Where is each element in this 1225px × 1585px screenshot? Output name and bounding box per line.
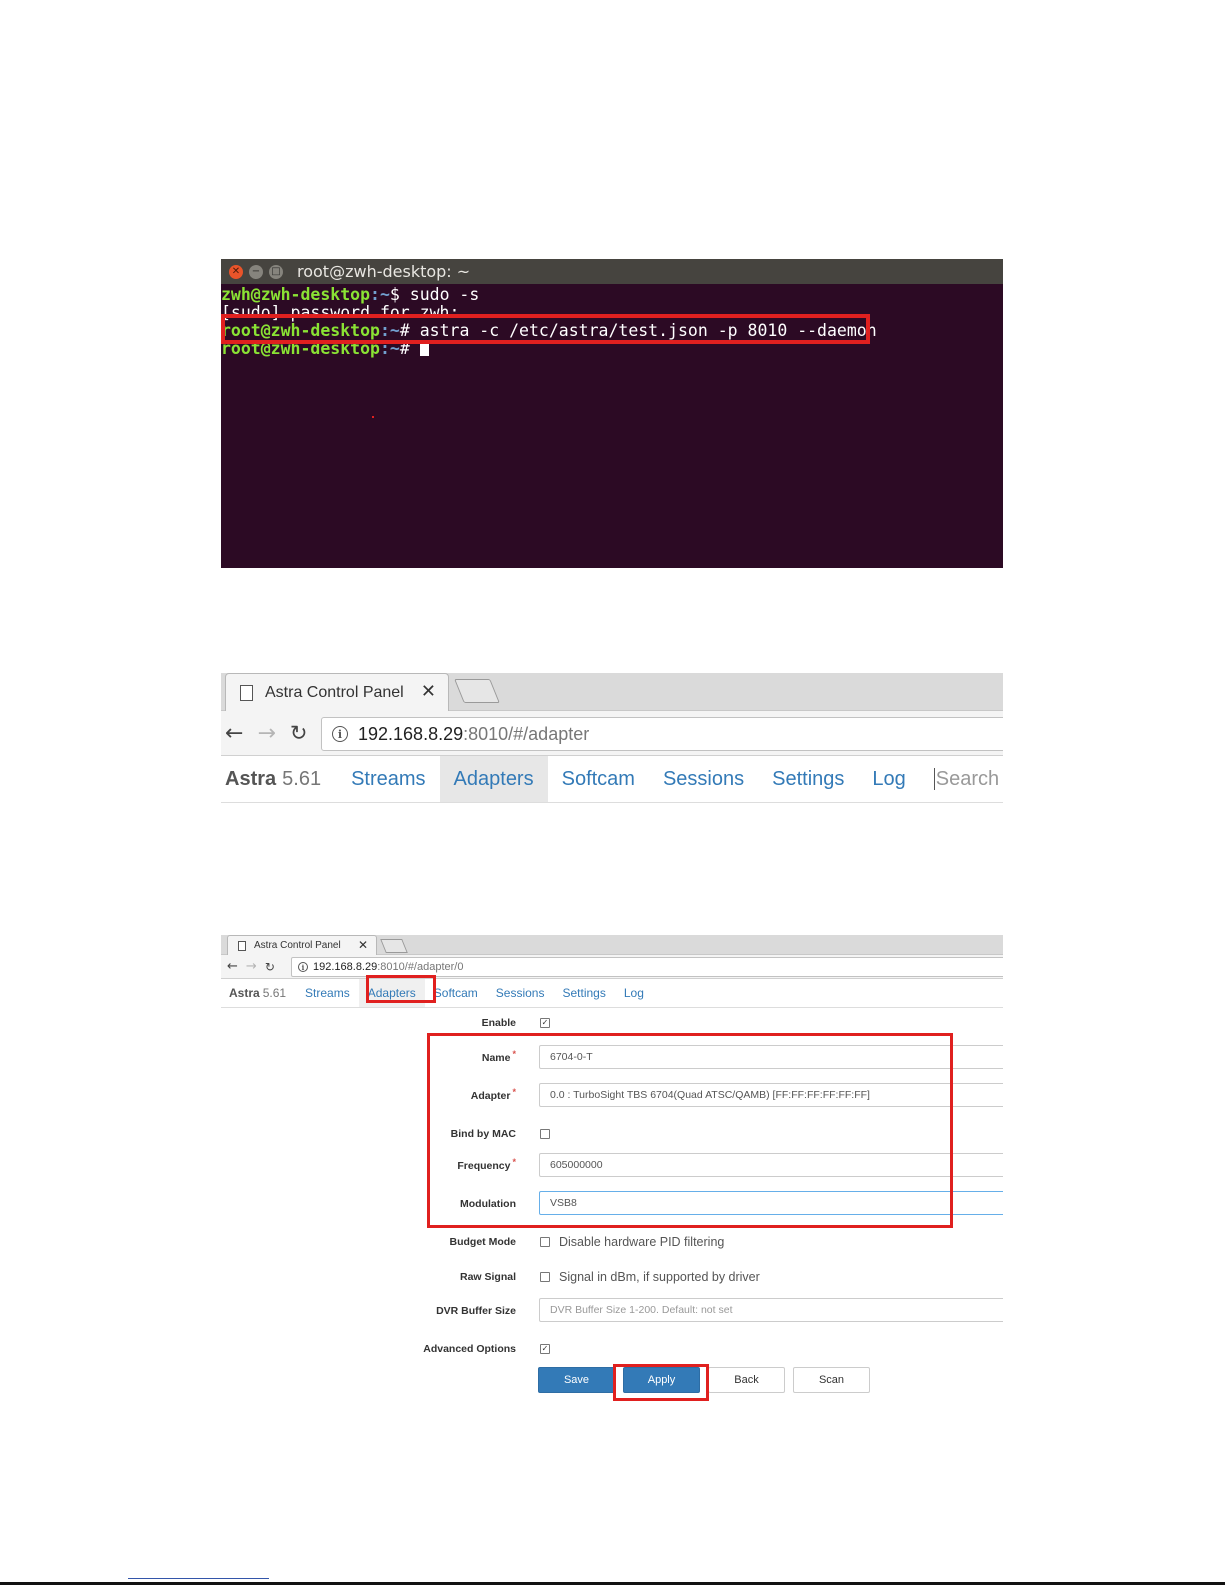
dvr-buffer-field[interactable]: DVR Buffer Size 1-200. Default: not set [539, 1298, 1003, 1322]
url-host: 192.168.8.29 [358, 723, 464, 744]
prompt-path: :~ [370, 285, 390, 304]
url-path: :8010/#/adapter [463, 723, 590, 744]
back-button[interactable]: Back [708, 1367, 785, 1393]
dvr-buffer-label: DVR Buffer Size [436, 1305, 516, 1317]
info-icon[interactable]: i [332, 726, 348, 742]
scan-button[interactable]: Scan [793, 1367, 870, 1393]
nav-settings[interactable]: Settings [758, 756, 858, 802]
form-highlight [427, 1033, 953, 1228]
command-highlight [221, 314, 870, 344]
nav-softcam[interactable]: Softcam [548, 756, 649, 802]
app-navbar: Astra 5.61 Streams Adapters Softcam Sessi… [221, 979, 1003, 1008]
back-arrow-icon[interactable]: ← [225, 721, 243, 746]
nav-settings[interactable]: Settings [553, 979, 614, 1007]
reload-icon[interactable]: ↻ [290, 721, 308, 745]
forward-arrow-icon[interactable]: → [257, 721, 275, 746]
footer-link-underline [128, 1578, 269, 1579]
nav-adapters[interactable]: Adapters [439, 756, 548, 802]
tab-title: Astra Control Panel [265, 683, 404, 701]
minimize-icon[interactable]: − [249, 264, 263, 279]
nav-log[interactable]: Log [615, 979, 653, 1007]
terminal-title: root@zwh-desktop: ~ [297, 262, 471, 281]
nav-streams[interactable]: Streams [337, 756, 439, 802]
browser-window-small: Astra Control Panel ✕ ← → ↻ i 192.168.8.… [221, 935, 1003, 1415]
nav-log[interactable]: Log [858, 756, 919, 802]
terminal-titlebar: ✕ − □ root@zwh-desktop: ~ [221, 259, 1003, 284]
apply-highlight [613, 1364, 709, 1401]
page-icon [240, 684, 253, 701]
brand-name: Astra [225, 767, 277, 790]
app-navbar: Astra 5.61 Streams Adapters Softcam Sessi… [221, 756, 1003, 803]
info-icon[interactable]: i [298, 962, 308, 972]
brand-name: Astra [229, 986, 260, 1000]
browser-toolbar: ← → ↻ i 192.168.8.29:8010/#/adapter/0 [221, 955, 1003, 979]
prompt-symbol: $ [389, 285, 410, 304]
close-tab-icon[interactable]: ✕ [421, 681, 436, 702]
url-host: 192.168.8.29 [313, 961, 378, 973]
back-arrow-icon[interactable]: ← [227, 959, 238, 974]
url-path: :8010/#/adapter/0 [377, 961, 464, 973]
tab-title: Astra Control Panel [254, 940, 341, 951]
row-raw-signal: Raw Signal Signal in dBm, if supported b… [221, 1264, 1003, 1290]
tab-strip: Astra Control Panel ✕ [221, 935, 1003, 955]
close-icon[interactable]: ✕ [229, 264, 243, 279]
browser-toolbar: ← → ↻ i 192.168.8.29:8010/#/adapter [221, 711, 1003, 756]
nav-sessions[interactable]: Sessions [487, 979, 554, 1007]
row-advanced-options: Advanced Options ✓ [221, 1336, 1003, 1362]
adapters-highlight [366, 975, 436, 1003]
tab-strip: Astra Control Panel ✕ [221, 673, 1003, 711]
brand[interactable]: Astra 5.61 [221, 756, 337, 802]
nav-sessions[interactable]: Sessions [649, 756, 758, 802]
brand[interactable]: Astra 5.61 [221, 979, 296, 1007]
budget-mode-label: Budget Mode [449, 1236, 517, 1248]
row-dvr-buffer: DVR Buffer Size DVR Buffer Size 1-200. D… [221, 1298, 1003, 1324]
browser-tab[interactable]: Astra Control Panel ✕ [225, 673, 449, 711]
stray-dot [372, 416, 374, 418]
brand-version: 5.61 [262, 986, 287, 1000]
advanced-options-label: Advanced Options [423, 1343, 516, 1355]
budget-mode-checkbox[interactable] [540, 1237, 550, 1247]
maximize-icon[interactable]: □ [269, 264, 283, 279]
close-tab-icon[interactable]: ✕ [358, 938, 368, 952]
row-budget-mode: Budget Mode Disable hardware PID filteri… [221, 1229, 1003, 1255]
search-input[interactable]: Search [933, 768, 999, 790]
reload-icon[interactable]: ↻ [265, 960, 275, 974]
terminal-line: zwh@zwh-desktop:~$ sudo -s [221, 286, 1003, 304]
terminal-window: ✕ − □ root@zwh-desktop: ~ zwh@zwh-deskto… [221, 259, 1003, 568]
save-button[interactable]: Save [538, 1367, 615, 1393]
browser-tab[interactable]: Astra Control Panel ✕ [227, 935, 377, 955]
address-bar[interactable]: i 192.168.8.29:8010/#/adapter [321, 717, 1003, 751]
brand-version: 5.61 [282, 767, 322, 790]
prompt-user: zwh@zwh-desktop [221, 285, 371, 304]
raw-signal-hint: Signal in dBm, if supported by driver [559, 1270, 760, 1284]
address-bar[interactable]: i 192.168.8.29:8010/#/adapter/0 [291, 957, 1003, 977]
raw-signal-checkbox[interactable] [540, 1272, 550, 1282]
browser-window-large: Astra Control Panel ✕ ← → ↻ i 192.168.8.… [221, 673, 1003, 803]
nav-streams[interactable]: Streams [296, 979, 359, 1007]
new-tab-button[interactable] [454, 679, 500, 703]
enable-checkbox[interactable]: ✓ [540, 1018, 550, 1028]
new-tab-button[interactable] [380, 939, 408, 953]
budget-mode-hint: Disable hardware PID filtering [559, 1235, 725, 1249]
advanced-options-checkbox[interactable]: ✓ [540, 1344, 550, 1354]
raw-signal-label: Raw Signal [459, 1271, 516, 1283]
command-text: sudo -s [409, 285, 480, 304]
page-icon [238, 940, 246, 951]
forward-arrow-icon[interactable]: → [246, 959, 257, 974]
